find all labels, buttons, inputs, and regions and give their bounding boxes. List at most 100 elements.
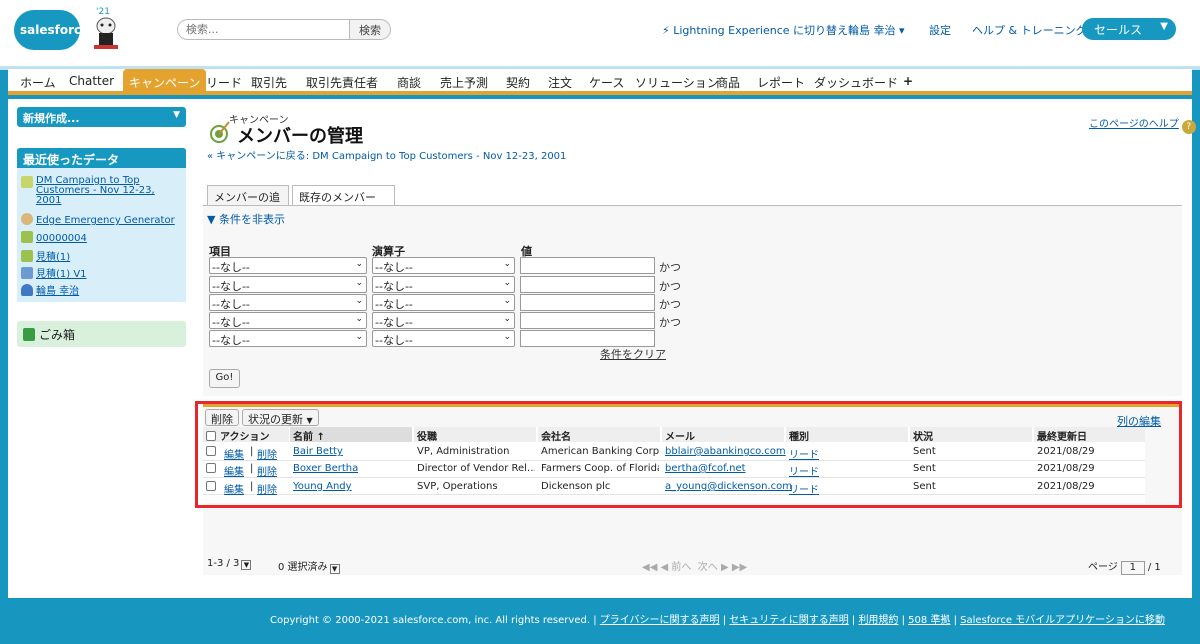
- field-select[interactable]: --なし-- ⌄: [209, 257, 367, 274]
- operator-select[interactable]: --なし-- ⌄: [372, 294, 515, 311]
- copyright-text: Copyright © 2000-2021 salesforce.com, in…: [270, 615, 591, 626]
- chevron-down-icon: ⌄: [503, 278, 511, 288]
- highlight-box: [195, 401, 1182, 508]
- tab-dashboard[interactable]: ダッシュボード: [814, 69, 898, 91]
- terms-link[interactable]: 利用規約: [858, 615, 898, 626]
- create-new-label: 新規作成...: [23, 112, 80, 125]
- tab-campaign[interactable]: キャンペーン: [123, 69, 207, 91]
- tab-contract[interactable]: 契約: [506, 69, 530, 91]
- recycle-bin-label: ごみ箱: [39, 328, 76, 342]
- value-input[interactable]: [520, 330, 655, 347]
- operator-select[interactable]: --なし-- ⌄: [372, 330, 515, 347]
- field-select[interactable]: --なし-- ⌄: [209, 294, 367, 311]
- recent-items-panel: 最近使ったデータ DM Campaign to Top Customers - …: [17, 148, 186, 302]
- select-value: --なし--: [375, 316, 413, 329]
- tab-case[interactable]: ケース: [589, 69, 624, 91]
- value-input[interactable]: [520, 312, 655, 329]
- search-button[interactable]: 検索: [349, 19, 391, 40]
- select-value: --なし--: [212, 334, 250, 347]
- value-input[interactable]: [520, 257, 655, 274]
- tab-contact[interactable]: 取引先責任者: [306, 69, 378, 91]
- pagination-nav: ◀◀ ◀ 前へ 次へ ▶ ▶▶: [642, 558, 747, 573]
- tab-existing-members[interactable]: 既存のメンバー (3): [292, 185, 395, 218]
- page-help-link[interactable]: このページのヘルプ?: [1089, 115, 1196, 134]
- recent-item[interactable]: 輪島 幸治: [21, 282, 79, 297]
- tab-order[interactable]: 注文: [548, 69, 572, 91]
- previous-page-link[interactable]: ◀◀ ◀ 前へ: [642, 562, 691, 573]
- contract-icon: [21, 231, 33, 243]
- dropdown-icon: ▼: [329, 564, 340, 574]
- operator-select[interactable]: --なし-- ⌄: [372, 312, 515, 329]
- mobile-app-link[interactable]: Salesforce モバイルアプリケーションに移動: [960, 615, 1165, 626]
- go-button[interactable]: Go!: [209, 369, 240, 388]
- recent-item-label: Edge Emergency Generator: [36, 215, 175, 226]
- setup-link[interactable]: 設定: [929, 22, 951, 38]
- app-menu[interactable]: セールス ▼: [1082, 18, 1176, 40]
- page-footer: Copyright © 2000-2021 salesforce.com, in…: [270, 615, 1165, 626]
- recent-item[interactable]: 見積(1) V1: [21, 265, 87, 280]
- value-input[interactable]: [520, 276, 655, 293]
- and-label: かつ: [659, 261, 681, 274]
- mascot-icon: '21: [86, 4, 126, 52]
- field-select[interactable]: --なし-- ⌄: [209, 312, 367, 329]
- page-help-label: このページのヘルプ: [1089, 119, 1179, 130]
- record-range[interactable]: 1-3 / 3 ▼: [207, 558, 252, 570]
- select-value: --なし--: [212, 298, 250, 311]
- search-input[interactable]: [177, 19, 349, 40]
- recent-item[interactable]: Edge Emergency Generator: [21, 213, 175, 226]
- campaign-icon: [21, 176, 33, 188]
- recent-item[interactable]: DM Campaign to Top Customers - Nov 12-23…: [21, 176, 181, 206]
- help-training-link[interactable]: ヘルプ & トレーニング: [972, 22, 1087, 38]
- field-select[interactable]: --なし-- ⌄: [209, 330, 367, 347]
- lightning-switch-link[interactable]: ⚡ Lightning Experience に切り替え: [662, 22, 848, 38]
- recent-item[interactable]: 見積(1): [21, 248, 70, 263]
- tab-report[interactable]: レポート: [757, 69, 805, 91]
- toggle-criteria-link[interactable]: ▼ 条件を非表示: [207, 211, 285, 227]
- tab-home[interactable]: ホーム: [20, 69, 56, 91]
- operator-select[interactable]: --なし-- ⌄: [372, 276, 515, 293]
- caret-down-icon: ▼: [1160, 21, 1168, 32]
- recent-item[interactable]: 00000004: [21, 231, 87, 244]
- tab-product[interactable]: 商品: [716, 69, 740, 91]
- dropdown-icon: ▼: [241, 560, 252, 570]
- and-label: かつ: [659, 280, 681, 293]
- recent-item-label: DM Campaign to Top Customers - Nov 12-23…: [36, 175, 155, 206]
- recycle-bin-link[interactable]: ごみ箱: [17, 321, 186, 347]
- tab-add-icon[interactable]: +: [903, 69, 913, 91]
- and-label: かつ: [659, 298, 681, 311]
- record-range-label: 1-3 / 3: [207, 558, 240, 569]
- privacy-link[interactable]: プライバシーに関する声明: [600, 615, 720, 626]
- create-new-menu[interactable]: 新規作成... ▼: [17, 107, 186, 127]
- caret-down-icon: ▼: [173, 110, 180, 120]
- operator-select[interactable]: --なし-- ⌄: [372, 257, 515, 274]
- selected-count[interactable]: 0 選択済み ▼: [278, 558, 340, 574]
- trash-icon: [23, 328, 35, 341]
- chevron-down-icon: ⌄: [503, 259, 511, 269]
- tab-account[interactable]: 取引先: [251, 69, 287, 91]
- tab-opportunity[interactable]: 商談: [397, 69, 421, 91]
- tab-lead[interactable]: リード: [206, 69, 242, 91]
- quote-icon: [21, 250, 33, 262]
- field-select[interactable]: --なし-- ⌄: [209, 276, 367, 293]
- document-icon: [21, 267, 33, 279]
- chevron-down-icon: ⌄: [503, 332, 511, 342]
- chevron-down-icon: ⌄: [355, 259, 363, 269]
- tab-add-members[interactable]: メンバーの追加: [207, 185, 289, 220]
- toggle-criteria-label: 条件を非表示: [218, 213, 285, 226]
- security-link[interactable]: セキュリティに関する声明: [729, 615, 848, 626]
- 508-compliance-link[interactable]: 508 準拠: [908, 615, 950, 626]
- logo-text: salesforce: [20, 23, 90, 37]
- page-number-input[interactable]: 1: [1120, 561, 1145, 575]
- chevron-down-icon: ⌄: [355, 296, 363, 306]
- value-input[interactable]: [520, 294, 655, 311]
- next-page-link[interactable]: 次へ ▶ ▶▶: [698, 562, 747, 573]
- tab-chatter[interactable]: Chatter: [69, 69, 114, 91]
- tab-forecast[interactable]: 売上予測: [440, 69, 488, 91]
- tab-solution[interactable]: ソリューション: [635, 69, 719, 91]
- back-to-campaign-link[interactable]: « キャンペーンに戻る: DM Campaign to Top Customer…: [207, 147, 566, 162]
- clear-criteria-link[interactable]: 条件をクリア: [600, 346, 666, 362]
- chevron-down-icon: ⌄: [503, 314, 511, 324]
- select-value: --なし--: [375, 261, 413, 274]
- user-menu[interactable]: 輪島 幸治 ▾: [848, 22, 905, 38]
- salesforce-logo[interactable]: salesforce: [14, 6, 89, 54]
